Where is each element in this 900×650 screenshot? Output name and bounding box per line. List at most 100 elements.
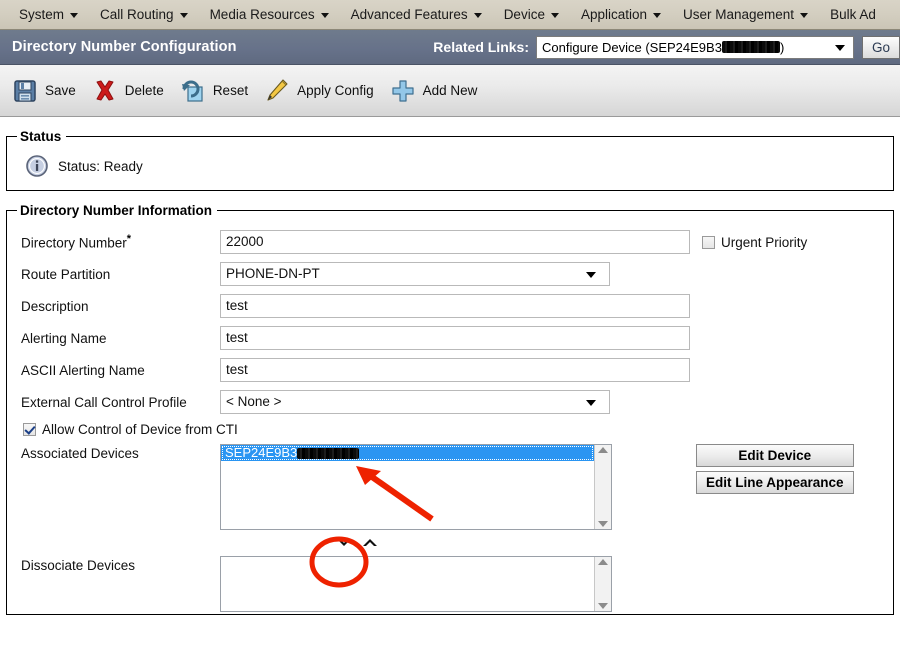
device-name-prefix: SEP24E9B3 bbox=[225, 445, 298, 460]
action-toolbar: Save Delete Reset Apply Config Add New bbox=[0, 65, 900, 117]
chevron-down-icon bbox=[550, 13, 559, 18]
dissociate-devices-items bbox=[221, 557, 594, 611]
edit-line-appearance-button[interactable]: Edit Line Appearance bbox=[696, 471, 854, 494]
field-row-route-partition: Route Partition PHONE-DN-PT bbox=[15, 258, 885, 290]
alerting-name-input[interactable]: test bbox=[220, 326, 690, 350]
external-call-control-profile-label: External Call Control Profile bbox=[21, 394, 187, 410]
associated-devices-label: Associated Devices bbox=[21, 446, 139, 461]
ascii-alerting-name-label: ASCII Alerting Name bbox=[21, 362, 145, 378]
status-row: Status: Ready bbox=[15, 148, 885, 186]
dissociate-devices-listbox[interactable] bbox=[220, 556, 612, 612]
allow-cti-row: Allow Control of Device from CTI bbox=[15, 418, 885, 440]
field-row-directory-number: Directory Number* 22000 Urgent Priority bbox=[15, 226, 885, 258]
associated-devices-listbox[interactable]: SEP24E9B3 bbox=[220, 444, 612, 530]
menu-item-device[interactable]: Device bbox=[493, 0, 570, 29]
description-label: Description bbox=[21, 298, 89, 314]
save-button[interactable]: Save bbox=[10, 65, 90, 116]
chevron-down-icon bbox=[179, 13, 188, 18]
redacted-text bbox=[721, 41, 780, 53]
menu-item-system[interactable]: System bbox=[8, 0, 89, 29]
menu-item-label: Bulk Ad bbox=[830, 7, 876, 22]
status-panel: Status Status: Ready bbox=[6, 129, 894, 191]
edit-device-button[interactable]: Edit Device bbox=[696, 444, 854, 467]
dissociate-devices-label: Dissociate Devices bbox=[21, 558, 136, 573]
menu-item-call-routing[interactable]: Call Routing bbox=[89, 0, 199, 29]
delete-button[interactable]: Delete bbox=[90, 65, 178, 116]
scroll-up-icon[interactable] bbox=[598, 559, 608, 565]
chevron-up-icon[interactable] bbox=[361, 536, 379, 550]
scroll-up-icon[interactable] bbox=[598, 447, 608, 453]
reset-icon bbox=[181, 80, 203, 102]
chevron-down-icon bbox=[586, 271, 596, 278]
required-marker: * bbox=[126, 233, 132, 246]
apply-config-button[interactable]: Apply Config bbox=[262, 65, 388, 116]
dn-info-legend: Directory Number Information bbox=[20, 203, 213, 218]
menu-item-label: User Management bbox=[683, 7, 795, 22]
reset-button[interactable]: Reset bbox=[178, 65, 262, 116]
route-partition-select[interactable]: PHONE-DN-PT bbox=[220, 262, 610, 286]
delete-x-icon bbox=[96, 80, 114, 100]
page-title-bar: Directory Number Configuration Related L… bbox=[0, 30, 900, 65]
alerting-name-label: Alerting Name bbox=[21, 330, 107, 346]
menu-item-bulk-administration[interactable]: Bulk Ad bbox=[819, 0, 887, 29]
external-call-control-profile-select[interactable]: < None > bbox=[220, 390, 610, 414]
list-item[interactable]: SEP24E9B3 bbox=[221, 445, 594, 461]
chevron-down-icon[interactable] bbox=[335, 536, 353, 550]
field-row-ascii-alerting-name: ASCII Alerting Name test bbox=[15, 354, 885, 386]
plus-icon bbox=[392, 79, 414, 102]
menu-item-label: Advanced Features bbox=[350, 7, 468, 22]
transfer-controls bbox=[15, 536, 885, 550]
page-title: Directory Number Configuration bbox=[12, 39, 237, 55]
menu-item-label: Media Resources bbox=[209, 7, 315, 22]
save-label: Save bbox=[45, 83, 76, 98]
chevron-down-icon bbox=[473, 13, 482, 18]
chevron-down-icon bbox=[800, 13, 809, 18]
save-icon bbox=[14, 79, 36, 102]
menu-item-application[interactable]: Application bbox=[570, 0, 672, 29]
dissociate-devices-scrollbar[interactable] bbox=[594, 557, 611, 611]
associated-devices-scrollbar[interactable] bbox=[594, 445, 611, 529]
urgent-priority-label: Urgent Priority bbox=[721, 234, 808, 250]
pencil-icon bbox=[267, 78, 288, 101]
allow-cti-checkbox[interactable] bbox=[23, 423, 36, 436]
urgent-priority-checkbox[interactable] bbox=[702, 235, 715, 249]
related-links-group: Related Links: Configure Device (SEP24E9… bbox=[433, 35, 900, 59]
allow-cti-label: Allow Control of Device from CTI bbox=[42, 422, 238, 437]
description-input[interactable]: test bbox=[220, 294, 690, 318]
route-partition-value: PHONE-DN-PT bbox=[226, 266, 320, 281]
scroll-down-icon[interactable] bbox=[598, 521, 608, 527]
associated-devices-items: SEP24E9B3 bbox=[221, 445, 594, 529]
menu-item-label: System bbox=[19, 7, 65, 22]
reset-label: Reset bbox=[212, 83, 249, 98]
menu-item-user-management[interactable]: User Management bbox=[672, 0, 819, 29]
scroll-down-icon[interactable] bbox=[598, 603, 608, 609]
menu-item-advanced-features[interactable]: Advanced Features bbox=[340, 0, 493, 29]
ascii-alerting-name-input[interactable]: test bbox=[220, 358, 690, 382]
device-action-buttons: Edit Device Edit Line Appearance bbox=[696, 444, 854, 494]
add-new-button[interactable]: Add New bbox=[388, 65, 492, 116]
external-call-control-profile-value: < None > bbox=[226, 394, 282, 409]
page-content: Status Status: Ready Directory Number In… bbox=[0, 129, 900, 615]
info-icon bbox=[26, 155, 48, 177]
dissociate-devices-row: Dissociate Devices bbox=[15, 556, 885, 612]
menu-item-label: Device bbox=[503, 7, 545, 22]
redacted-text bbox=[297, 448, 360, 460]
directory-number-input[interactable]: 22000 bbox=[220, 230, 690, 254]
field-row-description: Description test bbox=[15, 290, 885, 322]
related-links-value-prefix: Configure Device (SEP24E9B3 bbox=[542, 39, 722, 55]
route-partition-label: Route Partition bbox=[21, 266, 111, 282]
menu-item-label: Call Routing bbox=[100, 7, 174, 22]
chevron-down-icon bbox=[70, 13, 79, 18]
status-text: Status: Ready bbox=[58, 158, 143, 174]
menu-item-media-resources[interactable]: Media Resources bbox=[199, 0, 340, 29]
directory-number-label: Directory Number* bbox=[15, 233, 220, 251]
add-new-label: Add New bbox=[422, 83, 478, 98]
urgent-priority-group: Urgent Priority bbox=[702, 235, 807, 250]
apply-config-label: Apply Config bbox=[297, 83, 374, 98]
field-row-external-call-control-profile: External Call Control Profile < None > bbox=[15, 386, 885, 418]
field-row-alerting-name: Alerting Name test bbox=[15, 322, 885, 354]
related-links-select[interactable]: Configure Device (SEP24E9B3) bbox=[536, 35, 854, 59]
main-menu-bar: System Call Routing Media Resources Adva… bbox=[0, 0, 900, 30]
go-button[interactable]: Go bbox=[862, 35, 900, 59]
directory-number-information-panel: Directory Number Information Directory N… bbox=[6, 203, 894, 615]
